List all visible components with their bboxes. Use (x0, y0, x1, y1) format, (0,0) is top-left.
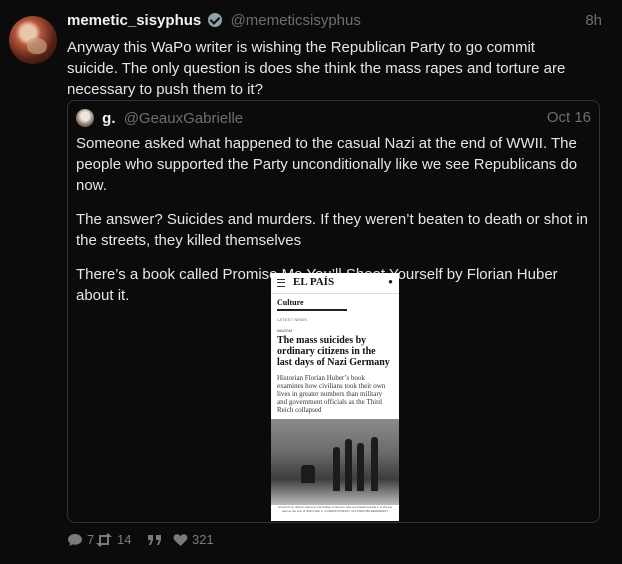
article-photo (271, 419, 399, 505)
figure-silhouette (357, 443, 364, 491)
figure-silhouette (371, 437, 378, 491)
newspaper-logo: EL PAÍS (293, 276, 335, 288)
like-button[interactable]: 321 (173, 532, 214, 547)
section-underline (277, 309, 347, 311)
retweet-button[interactable]: 14 (95, 532, 131, 547)
article-tag: NAZISM (277, 328, 293, 333)
hamburger-menu-icon (277, 279, 285, 287)
tweet-timestamp[interactable]: 8h (585, 12, 602, 29)
quote-icon (148, 535, 161, 545)
retweet-count: 14 (117, 532, 132, 547)
latest-news-label: LATEST NEWS (277, 317, 308, 322)
article-subhead: Historian Florian Huber’s book examines … (277, 374, 386, 414)
figure-silhouette (333, 447, 340, 491)
like-count: 321 (192, 532, 214, 547)
display-name[interactable]: memetic_sisyphus (67, 12, 201, 29)
article-section: Culture (277, 298, 304, 307)
quoted-user-handle[interactable]: @GeauxGabrielle (124, 110, 243, 127)
heart-icon (173, 534, 188, 546)
quoted-paragraph: The answer? Suicides and murders. If the… (76, 211, 588, 249)
quoted-tweet-header: g. @GeauxGabrielle Oct 16 (76, 109, 591, 129)
quoted-display-name[interactable]: g. (102, 110, 115, 127)
figure-silhouette (301, 465, 315, 483)
user-handle[interactable]: @memeticsisyphus (231, 12, 361, 29)
quoted-user-avatar[interactable] (76, 109, 94, 127)
tweet-text: Anyway this WaPo writer is wishing the R… (67, 39, 566, 98)
article-screenshot-image[interactable]: EL PAÍS ● Culture LATEST NEWS NAZISM The… (271, 273, 399, 521)
quoted-tweet-date[interactable]: Oct 16 (547, 109, 591, 126)
quote-button[interactable] (147, 532, 167, 547)
quoted-tweet[interactable]: g. @GeauxGabrielle Oct 16 Someone asked … (67, 100, 600, 523)
speech-bubble-icon (68, 534, 82, 546)
user-avatar[interactable] (9, 16, 57, 64)
figure-silhouette (345, 439, 352, 491)
tweet-header: memetic_sisyphus @memeticsisyphus 8h (67, 12, 602, 34)
reply-count: 7 (87, 532, 95, 547)
article-topbar: EL PAÍS ● (271, 273, 399, 294)
user-icon: ● (388, 277, 393, 286)
article-headline: The mass suicides by ordinary citizens i… (277, 335, 390, 368)
photo-caption: Soviet Army officers discover the bodies… (278, 505, 392, 513)
verified-badge-icon (208, 13, 223, 27)
retweet-icon (96, 533, 112, 547)
reply-button[interactable]: 7 (67, 532, 94, 547)
quoted-paragraph: Someone asked what happened to the casua… (76, 135, 578, 194)
